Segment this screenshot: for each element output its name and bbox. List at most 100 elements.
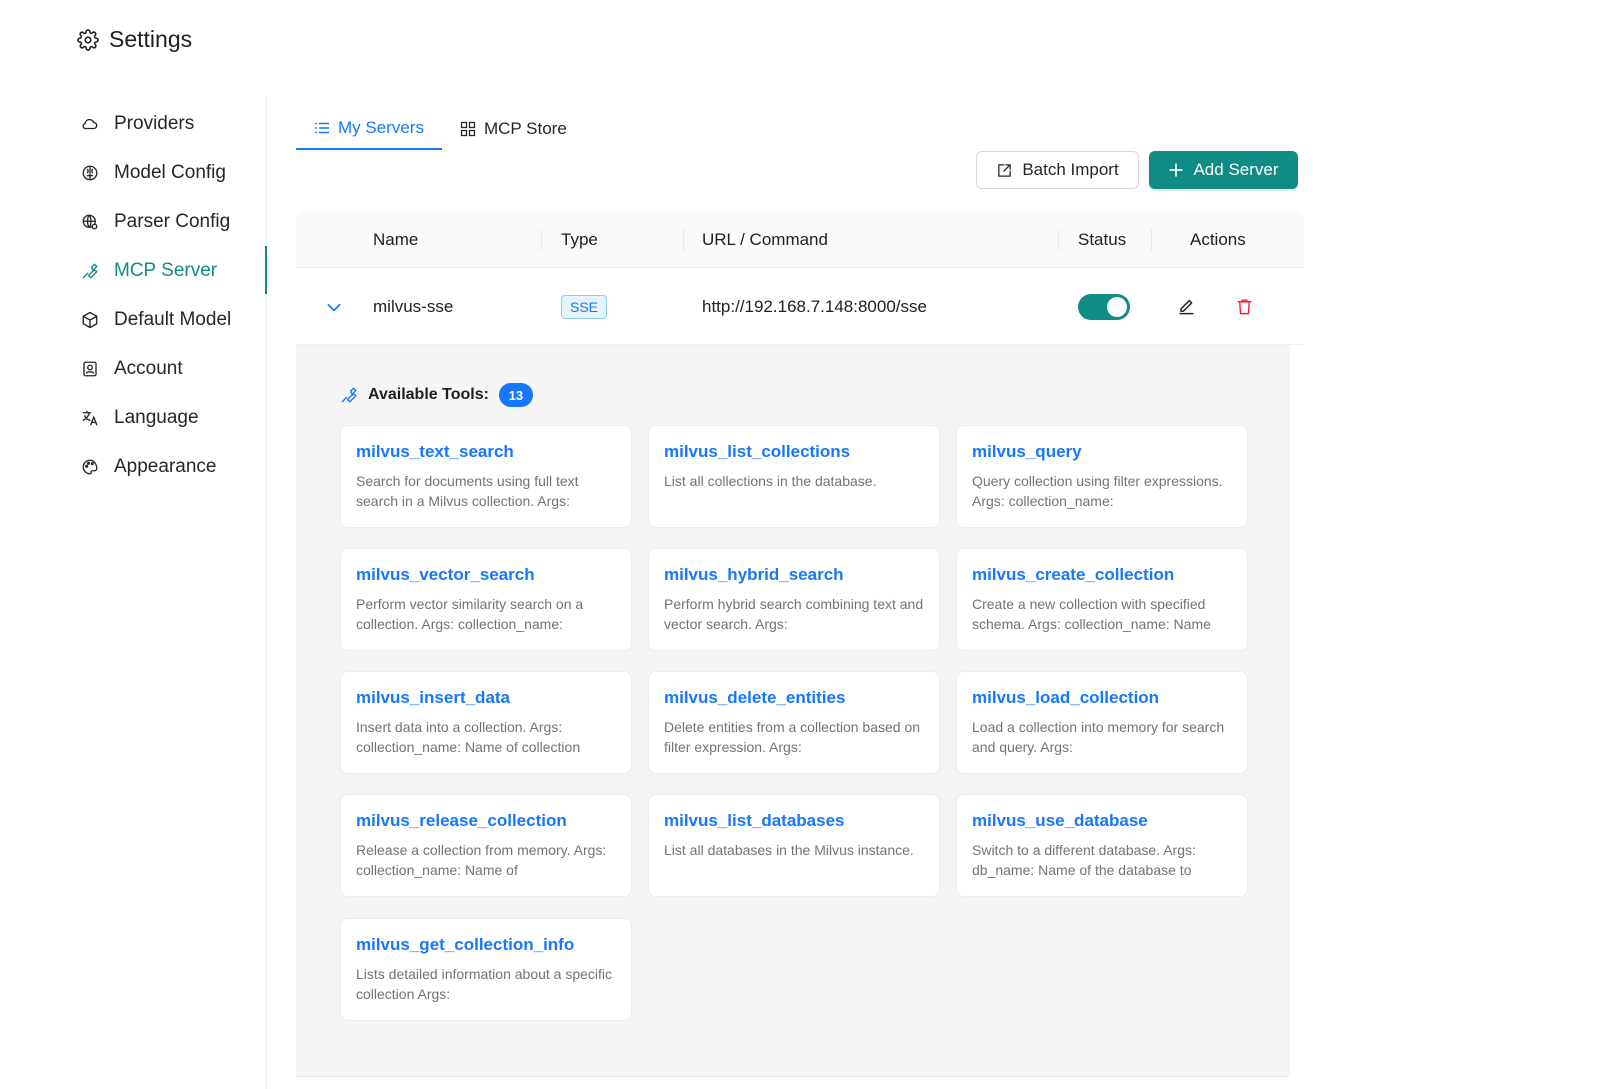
globe-gear-icon	[80, 212, 100, 232]
list-icon	[314, 120, 330, 136]
tool-description: Search for documents using full text sea…	[356, 473, 579, 509]
tool-card[interactable]: milvus_get_collection_info Lists detailed…	[340, 918, 632, 1021]
tool-name: milvus_query	[972, 442, 1082, 461]
sidebar-item-model-config[interactable]: Model Config	[80, 158, 226, 188]
tool-name: milvus_list_collections	[664, 442, 851, 461]
column-header-status: Status	[1078, 230, 1127, 249]
tool-name: milvus_release_collection	[356, 811, 567, 830]
sidebar-item-label: Model Config	[114, 162, 226, 183]
plus-icon	[1168, 162, 1184, 178]
chevron-down-icon	[325, 298, 343, 316]
tool-name: milvus_create_collection	[972, 565, 1175, 584]
trash-icon	[1235, 297, 1254, 316]
expand-row-button[interactable]	[325, 268, 343, 345]
tool-description: Perform vector similarity search on a co…	[356, 596, 584, 632]
sidebar-item-mcp-server[interactable]: MCP Server	[80, 256, 217, 286]
expanded-row-panel: Available Tools: 13 milvus_text_search Se…	[296, 345, 1290, 1077]
tool-description: Perform hybrid search combining text and…	[664, 596, 924, 632]
sidebar-item-providers[interactable]: Providers	[80, 109, 194, 139]
sidebar-item-appearance[interactable]: Appearance	[80, 452, 216, 482]
cloud-icon	[80, 114, 100, 134]
tab-label: MCP Store	[483, 119, 567, 138]
server-status-toggle[interactable]	[1078, 293, 1130, 320]
tool-card[interactable]: milvus_use_database Switch to a different…	[956, 794, 1248, 897]
tool-description: Lists detailed information about a speci…	[356, 966, 613, 1002]
server-name: milvus-sse	[373, 296, 454, 316]
batch-import-button[interactable]: Batch Import	[976, 151, 1139, 189]
brain-icon	[80, 163, 100, 183]
status-cell	[1078, 268, 1130, 345]
tool-card[interactable]: milvus_vector_search Perform vector simil…	[340, 548, 632, 651]
sidebar-item-account[interactable]: Account	[80, 354, 183, 384]
column-header-name: Name	[373, 230, 419, 249]
edit-server-button[interactable]	[1177, 268, 1196, 345]
tool-description: Create a new collection with specified s…	[972, 596, 1211, 632]
sidebar-item-language[interactable]: Language	[80, 403, 199, 433]
tool-card[interactable]: milvus_insert_data Insert data into a col…	[340, 671, 632, 774]
tab-label: My Servers	[338, 118, 424, 137]
tool-name: milvus_get_collection_info	[356, 935, 575, 954]
tool-card[interactable]: milvus_list_databases List all databases …	[648, 794, 940, 897]
tool-description: Query collection using filter expression…	[972, 473, 1223, 509]
column-header-url: URL / Command	[702, 230, 828, 249]
table-row: milvus-sse SSE http://192.168.7.148:8000…	[296, 268, 1304, 345]
tool-name: milvus_insert_data	[356, 688, 511, 707]
sidebar-item-label: Default Model	[114, 309, 232, 330]
tab-mcp-store[interactable]: MCP Store	[442, 108, 585, 150]
toggle-knob	[1107, 296, 1127, 317]
column-divider	[1058, 229, 1059, 251]
sidebar-item-parser-config[interactable]: Parser Config	[80, 207, 230, 237]
grid-icon	[460, 121, 476, 137]
tool-name: milvus_vector_search	[356, 565, 535, 584]
tool-card[interactable]: milvus_hybrid_search Perform hybrid searc…	[648, 548, 940, 651]
tools-count-badge: 13	[498, 383, 533, 407]
sidebar-item-label: Appearance	[114, 456, 217, 477]
palette-icon	[80, 457, 100, 477]
add-server-button[interactable]: Add Server	[1149, 151, 1298, 189]
tool-name: milvus_hybrid_search	[664, 565, 844, 584]
tool-card[interactable]: milvus_list_collections List all collecti…	[648, 425, 940, 528]
user-card-icon	[80, 359, 100, 379]
tool-card[interactable]: milvus_text_search Search for documents u…	[340, 425, 632, 528]
tool-icon	[80, 261, 100, 281]
tool-description: List all databases in the Milvus instanc…	[664, 842, 914, 858]
tool-name: milvus_delete_entities	[664, 688, 846, 707]
translate-icon	[80, 408, 100, 428]
sidebar-item-label: MCP Server	[114, 260, 218, 281]
sidebar-item-label: Account	[114, 358, 183, 379]
sidebar-item-label: Providers	[114, 113, 195, 134]
tool-card[interactable]: milvus_query Query collection using filte…	[956, 425, 1248, 528]
tool-icon	[340, 386, 358, 404]
gear-icon	[77, 28, 99, 51]
tool-card[interactable]: milvus_delete_entities Delete entities fr…	[648, 671, 940, 774]
tool-name: milvus_list_databases	[664, 811, 845, 830]
tool-card[interactable]: milvus_release_collection Release a colle…	[340, 794, 632, 897]
batch-import-label: Batch Import	[1022, 160, 1119, 179]
tool-description: Load a collection into memory for search…	[972, 719, 1225, 755]
column-header-actions: Actions	[1190, 230, 1246, 249]
server-tabs: My Servers MCP Store	[296, 108, 585, 150]
tool-description: Release a collection from memory. Args: …	[356, 842, 607, 878]
delete-server-button[interactable]	[1235, 268, 1254, 345]
server-url: http://192.168.7.148:8000/sse	[702, 296, 927, 316]
sidebar-item-label: Language	[114, 407, 199, 428]
tool-card[interactable]: milvus_load_collection Load a collection …	[956, 671, 1248, 774]
server-type-cell: SSE	[561, 268, 608, 345]
servers-table: Name Type URL / Command Status Actions m…	[296, 212, 1304, 345]
sidebar-item-label: Parser Config	[114, 211, 231, 232]
page-header: Settings	[77, 26, 192, 53]
table-header: Name Type URL / Command Status Actions	[296, 212, 1304, 268]
add-server-label: Add Server	[1193, 160, 1279, 179]
available-tools-label: Available Tools:	[368, 386, 489, 403]
page-title: Settings	[109, 26, 193, 52]
sidebar-item-default-model[interactable]: Default Model	[80, 305, 231, 335]
tool-card[interactable]: milvus_create_collection Create a new col…	[956, 548, 1248, 651]
column-divider	[683, 229, 684, 251]
server-type-tag: SSE	[561, 294, 608, 319]
tool-description: Insert data into a collection. Args: col…	[356, 719, 581, 755]
available-tools-header: Available Tools: 13	[340, 383, 533, 407]
active-nav-indicator	[265, 246, 267, 294]
tool-name: milvus_load_collection	[972, 688, 1160, 707]
tab-my-servers[interactable]: My Servers	[296, 108, 442, 150]
tool-description: Delete entities from a collection based …	[664, 719, 921, 755]
